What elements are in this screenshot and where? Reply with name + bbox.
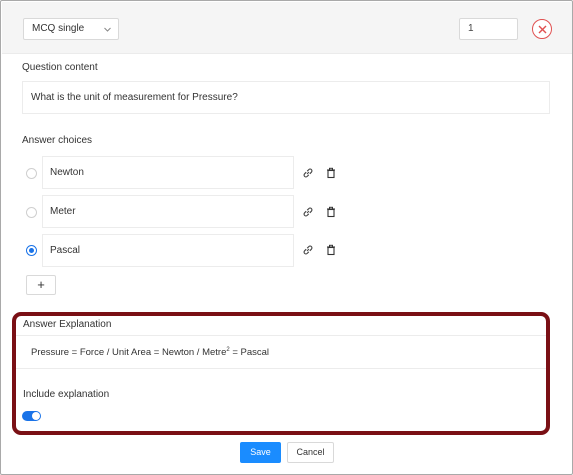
trash-icon[interactable] — [325, 206, 337, 218]
choice-field-3[interactable]: Pascal — [42, 234, 294, 267]
save-button[interactable]: Save — [240, 442, 281, 463]
chevron-down-icon — [104, 27, 111, 32]
link-icon[interactable] — [302, 244, 314, 256]
answer-choices-label: Answer choices — [22, 135, 93, 146]
add-choice-button[interactable]: + — [26, 275, 56, 295]
choice-radio-1[interactable] — [26, 168, 37, 179]
trash-icon[interactable] — [325, 167, 337, 179]
choice-radio-3[interactable] — [26, 245, 37, 256]
choice-field-1[interactable]: Newton — [42, 156, 294, 189]
question-content-label: Question content — [22, 62, 98, 73]
question-content-field[interactable]: What is the unit of measurement for Pres… — [22, 81, 550, 114]
question-type-value: MCQ single — [32, 23, 85, 34]
choice-radio-2[interactable] — [26, 207, 37, 218]
link-icon[interactable] — [302, 167, 314, 179]
question-type-select[interactable]: MCQ single — [23, 18, 119, 40]
cancel-button[interactable]: Cancel — [287, 442, 334, 463]
close-icon — [538, 25, 547, 34]
remove-question-button[interactable] — [532, 19, 552, 39]
choice-field-2[interactable]: Meter — [42, 195, 294, 228]
link-icon[interactable] — [302, 206, 314, 218]
question-editor: MCQ single 1 Question content What is th… — [0, 0, 573, 475]
trash-icon[interactable] — [325, 244, 337, 256]
question-toolbar: MCQ single 1 — [2, 2, 572, 54]
points-input[interactable]: 1 — [459, 18, 518, 40]
highlight-box — [12, 312, 550, 435]
